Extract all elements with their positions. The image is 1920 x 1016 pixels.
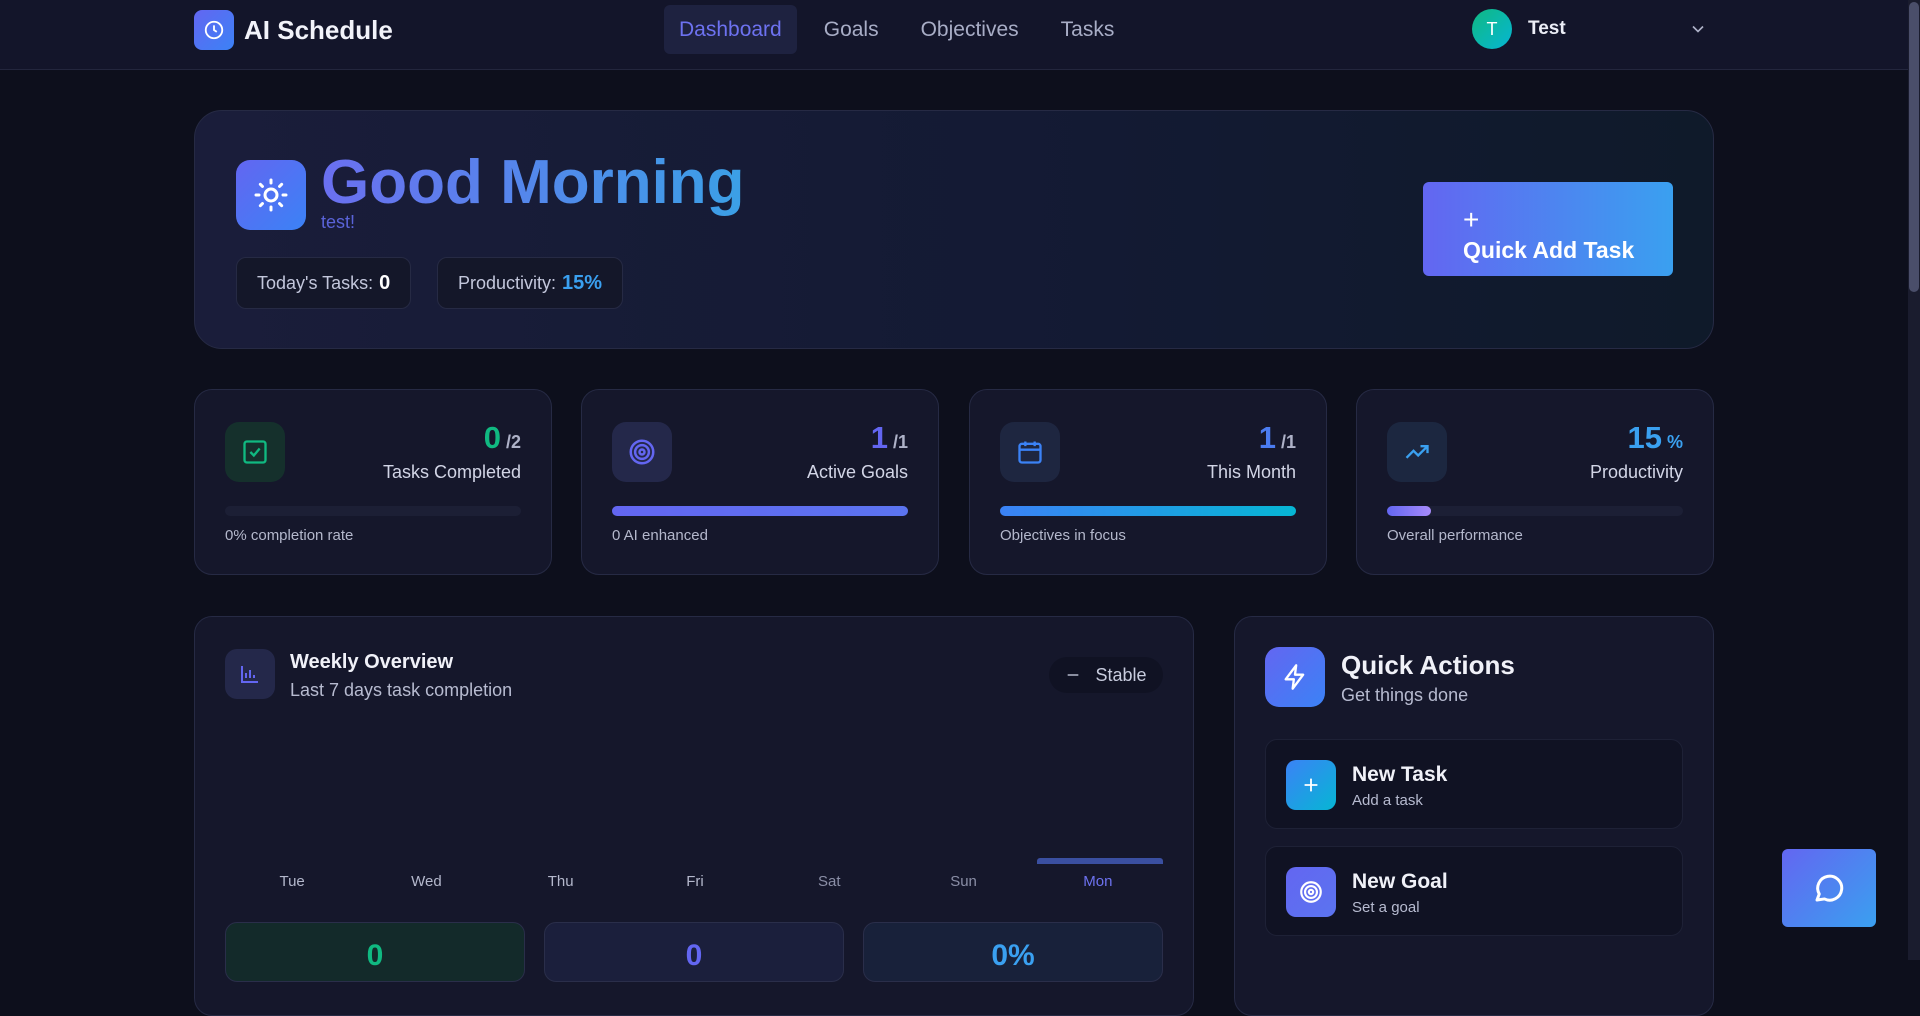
new-task-action[interactable]: New Task Add a task	[1265, 739, 1683, 829]
stat-value: 1/1	[870, 420, 908, 455]
quick-add-task-label: Quick Add Task	[1463, 236, 1635, 263]
todays-tasks-value: 0	[379, 271, 391, 294]
chevron-down-icon[interactable]	[1688, 19, 1708, 39]
day-label: Fri	[686, 873, 704, 890]
summary-total: 0	[544, 922, 844, 982]
app-brand[interactable]: AI Schedule	[194, 10, 393, 50]
chat-bubble-icon	[1815, 874, 1844, 902]
check-square-icon	[225, 422, 285, 482]
action-subtitle: Add a task	[1352, 792, 1423, 809]
stat-card-this-month: 1/1 This Month Objectives in focus	[969, 389, 1327, 575]
stat-caption: 0% completion rate	[225, 527, 354, 544]
day-label-today: Mon	[1083, 873, 1113, 890]
stat-value: 0/2	[483, 420, 521, 455]
stat-label: Productivity	[1589, 462, 1683, 482]
plus-icon: +	[1463, 203, 1480, 235]
target-icon	[612, 422, 672, 482]
trending-up-icon	[1387, 422, 1447, 482]
action-title: New Goal	[1352, 870, 1448, 893]
nav-tasks[interactable]: Tasks	[1046, 5, 1130, 54]
stat-caption: Objectives in focus	[1000, 527, 1126, 544]
plus-icon	[1286, 760, 1336, 810]
sun-icon	[236, 160, 306, 230]
action-title: New Task	[1352, 763, 1448, 786]
weekly-title: Weekly Overview	[290, 651, 454, 673]
progress-track	[1000, 506, 1296, 516]
greeting-title: Good Morning	[321, 148, 745, 217]
minus-icon	[1068, 674, 1079, 676]
trend-label: Stable	[1095, 664, 1147, 685]
user-name: Test	[1528, 18, 1566, 39]
progress-track	[612, 506, 908, 516]
stat-card-tasks-completed: 0/2 Tasks Completed 0% completion rate	[194, 389, 552, 575]
user-menu[interactable]: T Test	[1472, 9, 1708, 49]
day-label: Sun	[950, 873, 977, 890]
page-scrollbar[interactable]	[1908, 0, 1920, 960]
nav-dashboard[interactable]: Dashboard	[664, 5, 797, 54]
day-label: Thu	[547, 873, 574, 890]
target-icon	[1286, 867, 1336, 917]
quick-actions-subtitle: Get things done	[1341, 685, 1469, 705]
productivity-label: Productivity:	[458, 272, 557, 293]
avatar: T	[1472, 9, 1512, 49]
stat-card-active-goals: 1/1 Active Goals 0 AI enhanced	[581, 389, 939, 575]
quick-actions-card: Quick Actions Get things done New Task A…	[1234, 616, 1714, 1016]
calendar-icon	[1000, 422, 1060, 482]
productivity-pill: Productivity: 15%	[437, 257, 624, 309]
progress-fill	[612, 506, 908, 516]
day-label: Sat	[818, 873, 841, 890]
weekday-axis: Tue Wed Thu Fri Sat Sun Mon	[225, 873, 1165, 890]
stat-caption: Overall performance	[1387, 527, 1523, 544]
stat-caption: 0 AI enhanced	[612, 527, 708, 544]
weekly-subtitle: Last 7 days task completion	[290, 680, 513, 700]
nav-goals[interactable]: Goals	[809, 5, 894, 54]
todays-tasks-label: Today's Tasks:	[257, 272, 374, 293]
quick-add-task-button[interactable]: + Quick Add Task	[1423, 182, 1673, 276]
action-subtitle: Set a goal	[1352, 899, 1420, 916]
trend-badge: Stable	[1049, 657, 1163, 693]
stat-label: Tasks Completed	[382, 462, 521, 482]
top-navbar: AI Schedule Dashboard Goals Objectives T…	[0, 0, 1908, 70]
app-name: AI Schedule	[244, 14, 393, 45]
main-nav: Dashboard Goals Objectives Tasks	[664, 5, 1129, 54]
productivity-value: 15%	[562, 271, 603, 294]
stat-value: 15%	[1627, 420, 1684, 455]
new-goal-action[interactable]: New Goal Set a goal	[1265, 846, 1683, 936]
nav-objectives[interactable]: Objectives	[906, 5, 1034, 54]
bar-chart-icon	[225, 649, 275, 699]
day-label: Wed	[411, 873, 442, 890]
summary-rate: 0%	[863, 922, 1163, 982]
stat-label: This Month	[1206, 462, 1296, 482]
weekly-overview-card: Weekly Overview Last 7 days task complet…	[194, 616, 1194, 1016]
progress-fill	[1387, 506, 1432, 516]
greeting-banner: Good Morning test! Today's Tasks: 0 Prod…	[194, 110, 1714, 349]
stat-value: 1/1	[1258, 420, 1296, 455]
progress-track	[1387, 506, 1683, 516]
day-label: Tue	[279, 873, 305, 890]
quick-actions-title: Quick Actions	[1341, 650, 1515, 680]
scrollbar-thumb[interactable]	[1909, 2, 1919, 292]
progress-fill	[1000, 506, 1296, 516]
summary-completed: 0	[225, 922, 525, 982]
clock-icon	[194, 10, 234, 50]
stat-card-productivity: 15% Productivity Overall performance	[1356, 389, 1714, 575]
stat-label: Active Goals	[806, 462, 908, 482]
chat-button[interactable]	[1782, 849, 1876, 927]
todays-tasks-pill: Today's Tasks: 0	[236, 257, 412, 309]
progress-track	[225, 506, 521, 516]
chart-bar-today	[1037, 858, 1163, 864]
lightning-icon	[1265, 647, 1325, 707]
greeting-subtitle: test!	[321, 212, 356, 232]
